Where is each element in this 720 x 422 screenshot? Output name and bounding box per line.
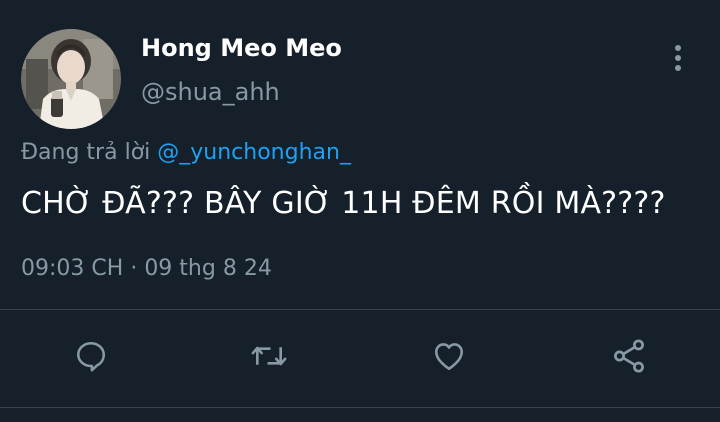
- reply-button[interactable]: [71, 336, 111, 376]
- retweet-button[interactable]: [249, 336, 289, 376]
- reply-prefix: Đang trả lời: [21, 140, 151, 165]
- tweet-text: CHỜ ĐÃ??? BÂY GIỜ 11H ĐÊM RỒI MÀ????: [21, 186, 666, 221]
- like-button[interactable]: [429, 336, 469, 376]
- user-handle[interactable]: @shua_ahh: [141, 78, 280, 106]
- reply-icon: [76, 341, 106, 372]
- more-vertical-icon: [675, 45, 681, 71]
- more-options-button[interactable]: [666, 42, 690, 74]
- tweet-time: 09:03 CH: [21, 256, 124, 281]
- avatar-image: [21, 29, 121, 129]
- divider-bottom: [0, 407, 720, 408]
- divider-top: [0, 309, 720, 310]
- share-button[interactable]: [609, 336, 649, 376]
- retweet-icon: [251, 346, 287, 366]
- tweet-date: 09 thg 8 24: [144, 256, 272, 281]
- reply-context: Đang trả lời @_yunchonghan_: [21, 140, 351, 165]
- reply-to-link[interactable]: @_yunchonghan_: [157, 140, 351, 165]
- meta-separator: ·: [130, 256, 138, 281]
- display-name[interactable]: Hong Meo Meo: [141, 34, 342, 62]
- tweet-timestamp[interactable]: 09:03 CH · 09 thg 8 24: [21, 256, 272, 281]
- share-icon: [614, 339, 644, 373]
- heart-icon: [434, 343, 464, 371]
- avatar[interactable]: [21, 29, 121, 129]
